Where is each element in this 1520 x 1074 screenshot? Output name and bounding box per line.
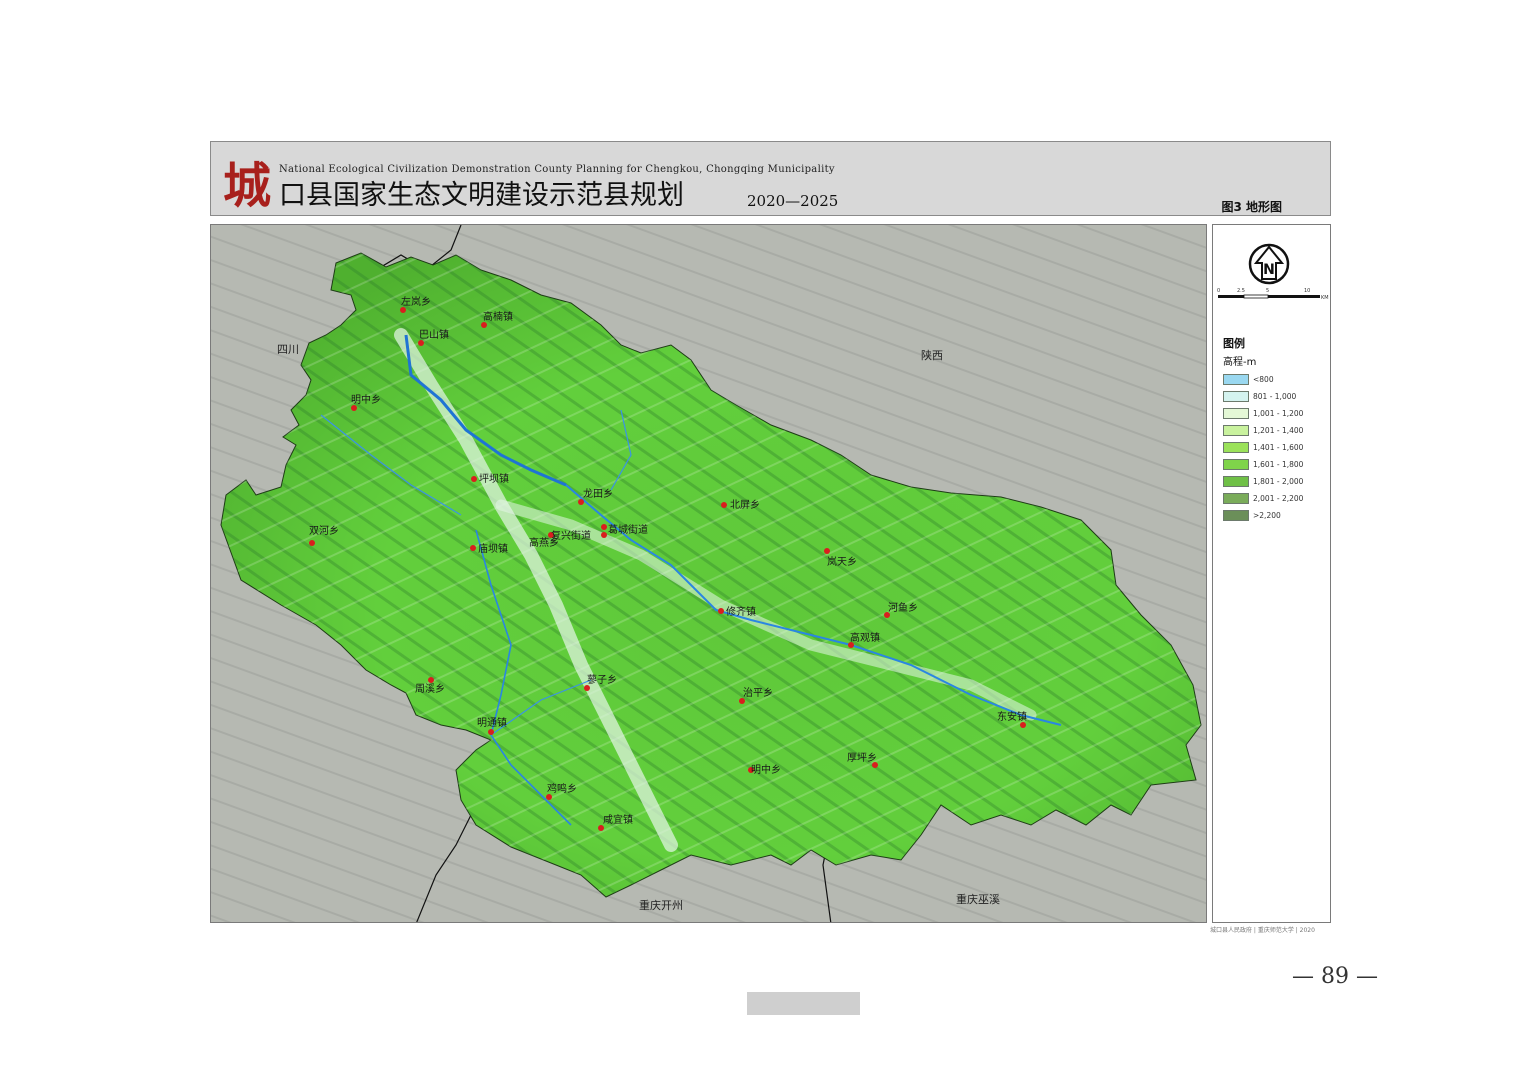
legend-swatch — [1223, 374, 1249, 385]
svg-text:北屏乡: 北屏乡 — [730, 499, 760, 511]
svg-text:明通镇: 明通镇 — [477, 716, 507, 729]
legend-title: 图例 — [1223, 337, 1245, 350]
title-banner: 城 National Ecological Civilization Demon… — [210, 141, 1331, 216]
svg-text:葛城街道: 葛城街道 — [608, 523, 648, 536]
legend-item: <800 — [1223, 371, 1303, 388]
region-label: 陕西 — [921, 348, 943, 362]
north-arrow-icon: N — [1248, 243, 1290, 285]
svg-text:明中乡: 明中乡 — [751, 763, 781, 776]
legend-item: 1,001 - 1,200 — [1223, 405, 1303, 422]
svg-text:修齐镇: 修齐镇 — [726, 605, 756, 618]
legend-item: 1,201 - 1,400 — [1223, 422, 1303, 439]
place-marker: 明中乡 — [748, 763, 781, 776]
svg-text:高楠镇: 高楠镇 — [483, 310, 513, 323]
terrain-map: 四川 陕西 重庆开州 重庆巫溪 左岚乡 巴山镇 高楠镇 明中乡 坪坝镇 龙田乡 … — [210, 224, 1207, 923]
legend-label: 1,201 - 1,400 — [1253, 426, 1304, 435]
svg-text:复兴街道: 复兴街道 — [551, 529, 591, 542]
legend-label: 1,001 - 1,200 — [1253, 409, 1304, 418]
region-label: 重庆巫溪 — [956, 892, 1000, 906]
map-credit: 城口县人民政府 | 重庆师范大学 | 2020 — [1210, 927, 1315, 934]
map-legend-panel: N 0 2.5 5 10 KM 图例 高程-m <800 801 - 1,000… — [1212, 224, 1331, 923]
svg-text:高观镇: 高观镇 — [850, 631, 880, 644]
legend-swatch — [1223, 425, 1249, 436]
svg-text:治平乡: 治平乡 — [743, 686, 773, 699]
logo-character: 城 — [223, 158, 272, 214]
svg-text:咸宜镇: 咸宜镇 — [603, 813, 633, 826]
legend-swatch — [1223, 391, 1249, 402]
plan-years: 2020—2025 — [747, 192, 839, 210]
svg-text:双河乡: 双河乡 — [309, 525, 339, 537]
svg-text:龙田乡: 龙田乡 — [583, 487, 613, 500]
legend-item: 1,401 - 1,600 — [1223, 439, 1303, 456]
legend-subtitle: 高程-m — [1223, 357, 1257, 368]
svg-text:厚坪乡: 厚坪乡 — [847, 751, 877, 764]
legend-label: 1,801 - 2,000 — [1253, 477, 1304, 486]
svg-text:河鱼乡: 河鱼乡 — [888, 601, 918, 614]
place-marker: 葛城街道 — [601, 523, 648, 536]
legend-label: 801 - 1,000 — [1253, 392, 1297, 401]
scale-tick: 5 — [1266, 288, 1269, 294]
legend-label: 1,401 - 1,600 — [1253, 443, 1304, 452]
scale-bar: 0 2.5 5 10 KM — [1217, 288, 1329, 301]
legend-swatch — [1223, 510, 1249, 521]
legend-item: 2,001 - 2,200 — [1223, 490, 1303, 507]
scale-tick: 0 — [1217, 288, 1220, 294]
scale-tick: 10 — [1304, 288, 1310, 294]
svg-text:蓼子乡: 蓼子乡 — [587, 673, 617, 686]
legend-swatch — [1223, 408, 1249, 419]
legend-label: 2,001 - 2,200 — [1253, 494, 1304, 503]
legend-swatch — [1223, 476, 1249, 487]
legend-item: >2,200 — [1223, 507, 1303, 524]
figure-label: 图3 地形图 — [1221, 200, 1282, 214]
legend-item: 1,801 - 2,000 — [1223, 473, 1303, 490]
svg-text:明中乡: 明中乡 — [351, 393, 381, 406]
svg-text:巴山镇: 巴山镇 — [419, 328, 449, 341]
chinese-title: 口县国家生态文明建设示范县规划 — [279, 180, 684, 211]
north-letter: N — [1263, 262, 1275, 278]
svg-text:周溪乡: 周溪乡 — [415, 683, 445, 695]
legend-label: <800 — [1253, 375, 1274, 384]
legend-label: 1,601 - 1,800 — [1253, 460, 1304, 469]
svg-text:岚天乡: 岚天乡 — [827, 556, 857, 568]
terrain-map-svg: 四川 陕西 重庆开州 重庆巫溪 左岚乡 巴山镇 高楠镇 明中乡 坪坝镇 龙田乡 … — [211, 225, 1206, 922]
legend-swatch — [1223, 459, 1249, 470]
svg-text:坪坝镇: 坪坝镇 — [479, 472, 509, 485]
legend-swatch — [1223, 442, 1249, 453]
footer-bar — [747, 992, 860, 1015]
region-label: 重庆开州 — [639, 898, 683, 912]
legend-item: 1,601 - 1,800 — [1223, 456, 1303, 473]
region-label: 四川 — [277, 343, 299, 356]
svg-text:左岚乡: 左岚乡 — [401, 295, 431, 308]
legend-swatch — [1223, 493, 1249, 504]
svg-text:鸡鸣乡: 鸡鸣乡 — [547, 782, 577, 795]
page-number: — 89 — — [1292, 964, 1378, 989]
legend-list: <800 801 - 1,000 1,001 - 1,200 1,201 - 1… — [1223, 371, 1303, 524]
svg-text:东安镇: 东安镇 — [997, 710, 1027, 723]
svg-text:庙坝镇: 庙坝镇 — [478, 542, 508, 555]
legend-label: >2,200 — [1253, 511, 1281, 520]
legend-item: 801 - 1,000 — [1223, 388, 1303, 405]
scale-unit: KM — [1321, 295, 1329, 301]
english-title: National Ecological Civilization Demonst… — [279, 164, 835, 175]
scale-tick: 2.5 — [1237, 288, 1245, 294]
